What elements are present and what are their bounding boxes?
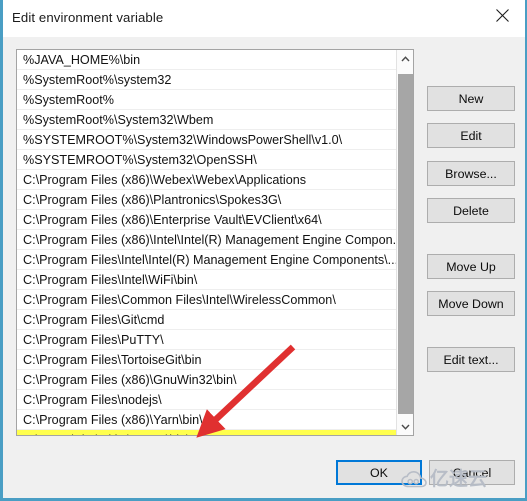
list-item[interactable]: %SystemRoot%\System32\Wbem bbox=[17, 110, 396, 130]
list-item[interactable]: %SystemRoot%\system32 bbox=[17, 70, 396, 90]
close-button[interactable] bbox=[479, 0, 525, 30]
list-item[interactable]: %SYSTEMROOT%\System32\OpenSSH\ bbox=[17, 150, 396, 170]
list-item[interactable]: C:\Program Files\Common Files\Intel\Wire… bbox=[17, 290, 396, 310]
list-item[interactable]: C:\Program Files (x86)\Enterprise Vault\… bbox=[17, 210, 396, 230]
edit-environment-variable-dialog: Edit environment variable %JAVA_HOME%\bi… bbox=[0, 0, 527, 501]
list-item[interactable]: C:\Program Files (x86)\Webex\Webex\Appli… bbox=[17, 170, 396, 190]
title-bar: Edit environment variable bbox=[3, 0, 525, 37]
page-title: Edit environment variable bbox=[12, 10, 164, 25]
list-item[interactable]: C:\Program Files\Git\cmd bbox=[17, 310, 396, 330]
dialog-body: %JAVA_HOME%\bin %SystemRoot%\system32 %S… bbox=[3, 37, 525, 498]
delete-button[interactable]: Delete bbox=[427, 198, 515, 223]
chevron-down-icon bbox=[400, 424, 410, 430]
scroll-down-button[interactable] bbox=[397, 418, 413, 435]
list-item[interactable]: C:\Program Files\TortoiseGit\bin bbox=[17, 350, 396, 370]
list-item[interactable]: C:\Program Files (x86)\GnuWin32\bin\ bbox=[17, 370, 396, 390]
chevron-up-icon bbox=[400, 55, 410, 62]
list-item[interactable]: C:\Program Files\PuTTY\ bbox=[17, 330, 396, 350]
browse-button[interactable]: Browse... bbox=[427, 161, 515, 186]
new-button[interactable]: New bbox=[427, 86, 515, 111]
edit-button[interactable]: Edit bbox=[427, 123, 515, 148]
move-up-button[interactable]: Move Up bbox=[427, 254, 515, 279]
list-item[interactable]: C:\Program Files (x86)\Yarn\bin\ bbox=[17, 410, 396, 430]
vertical-scrollbar[interactable] bbox=[396, 50, 413, 435]
close-icon bbox=[495, 8, 509, 22]
watermark-text: 亿速云 bbox=[430, 468, 488, 490]
list-item[interactable]: C:\Program Files (x86)\Intel\Intel(R) Ma… bbox=[17, 230, 396, 250]
watermark: 亿速云 bbox=[401, 470, 487, 489]
list-item[interactable]: %SYSTEMROOT%\System32\WindowsPowerShell\… bbox=[17, 130, 396, 150]
edit-text-button[interactable]: Edit text... bbox=[427, 347, 515, 372]
scroll-up-button[interactable] bbox=[397, 50, 413, 67]
list-item[interactable]: C:\Program Files\Intel\WiFi\bin\ bbox=[17, 270, 396, 290]
list-item[interactable]: %SystemRoot% bbox=[17, 90, 396, 110]
path-list[interactable]: %JAVA_HOME%\bin %SystemRoot%\system32 %S… bbox=[16, 49, 414, 436]
list-item-selected[interactable]: C:\Users\yhu\Dkits\protoc\bin\ bbox=[17, 430, 396, 435]
scrollbar-thumb[interactable] bbox=[398, 74, 413, 414]
list-item[interactable]: C:\Program Files (x86)\Plantronics\Spoke… bbox=[17, 190, 396, 210]
list-item[interactable]: C:\Program Files\Intel\Intel(R) Manageme… bbox=[17, 250, 396, 270]
list-item[interactable]: C:\Program Files\nodejs\ bbox=[17, 390, 396, 410]
path-list-rows: %JAVA_HOME%\bin %SystemRoot%\system32 %S… bbox=[17, 50, 396, 435]
list-item[interactable]: %JAVA_HOME%\bin bbox=[17, 50, 396, 70]
cloud-logo-icon bbox=[401, 470, 427, 489]
move-down-button[interactable]: Move Down bbox=[427, 291, 515, 316]
